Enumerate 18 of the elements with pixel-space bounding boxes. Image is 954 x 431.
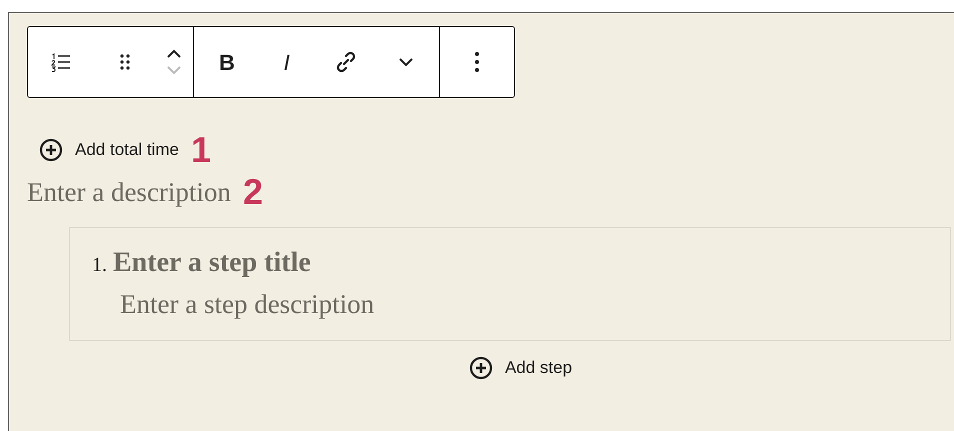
add-total-time-button[interactable]: Add total time bbox=[39, 137, 179, 163]
more-vertical-icon bbox=[475, 52, 479, 72]
description-field[interactable]: Enter a description bbox=[27, 172, 231, 212]
plus-circle-icon bbox=[468, 356, 493, 380]
drag-handle-icon bbox=[120, 54, 130, 70]
chevron-down-icon bbox=[398, 58, 413, 66]
italic-button[interactable]: I bbox=[264, 39, 310, 85]
annotation-number: 1 bbox=[190, 132, 211, 168]
annotation-number: 2 bbox=[242, 174, 263, 210]
add-step-button[interactable]: Add step bbox=[468, 355, 572, 380]
link-icon bbox=[335, 51, 358, 73]
bold-button[interactable]: B bbox=[204, 39, 250, 85]
numbered-list-icon bbox=[51, 52, 71, 72]
step-number: 1. bbox=[92, 252, 107, 278]
plus-circle-icon bbox=[39, 138, 63, 162]
move-up-button[interactable] bbox=[165, 48, 183, 60]
step-title-field[interactable]: Enter a step title bbox=[113, 242, 311, 284]
step-description-field[interactable]: Enter a step description bbox=[120, 288, 374, 318]
